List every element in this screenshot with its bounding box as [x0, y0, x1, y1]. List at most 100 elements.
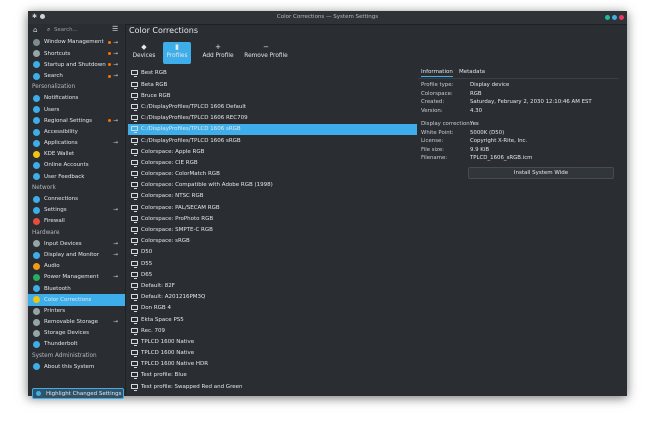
sidebar-item-label: Accessibility	[44, 128, 78, 135]
sidebar-item-notifications[interactable]: Notifications	[28, 93, 125, 104]
sidebar-item-display-and-monitor[interactable]: Display and Monitor →	[28, 250, 125, 261]
sidebar-item-applications[interactable]: Applications →	[28, 138, 125, 149]
sidebar-item-regional-settings[interactable]: Regional Settings →	[28, 115, 125, 126]
profile-row[interactable]: Colorspace: PAL/SECAM RGB	[128, 202, 417, 213]
profile-row[interactable]: TPLCD 1600 Native	[128, 337, 417, 348]
profile-row[interactable]: Ekta Space PS5	[128, 314, 417, 325]
profile-row[interactable]: D65	[128, 269, 417, 280]
install-system-wide-button[interactable]: Install System Wide	[468, 167, 614, 179]
sidebar-item-audio[interactable]: Audio	[28, 261, 125, 272]
profile-row[interactable]: Colorspace: CIE RGB	[128, 158, 417, 169]
tab-information[interactable]: Information	[421, 69, 453, 77]
input-devices-icon	[33, 240, 40, 248]
hamburger-menu-icon[interactable]: ☰	[112, 25, 118, 33]
profile-row[interactable]: C:/DisplayProfiles/TPLCD 1606 sRGB	[128, 135, 417, 146]
sidebar-item-color-corrections[interactable]: Color Corrections	[28, 294, 125, 306]
chevron-right-icon: →	[113, 72, 119, 80]
profile-row[interactable]: Beta RGB	[128, 79, 417, 90]
sidebar-item-startup-and-shutdown[interactable]: Startup and Shutdown →	[28, 59, 125, 70]
profile-row[interactable]: Default: 82F	[128, 281, 417, 292]
profile-row[interactable]: TPLCD 1600 Native	[128, 348, 417, 359]
profile-name: C:/DisplayProfiles/TPLCD 1606 sRGB	[141, 137, 241, 144]
toolbar-remove-profile-button[interactable]: − Remove Profile	[242, 42, 290, 64]
profile-row[interactable]: Best RGB	[128, 68, 417, 79]
sidebar-item-user-feedback[interactable]: User Feedback	[28, 171, 125, 182]
profile-row[interactable]: Colorspace: NTSC RGB	[128, 191, 417, 202]
monitor-icon	[131, 361, 138, 369]
sidebar-item-connections[interactable]: Connections	[28, 194, 125, 205]
minimize-button[interactable]	[605, 15, 610, 20]
highlight-changed-settings-label: Highlight Changed Settings	[46, 390, 122, 397]
profile-name: Beta RGB	[141, 81, 168, 88]
accessibility-icon	[33, 128, 40, 136]
users-icon	[33, 106, 40, 114]
profile-name: Default: 82F	[141, 282, 175, 289]
home-icon[interactable]: ⌂	[33, 26, 37, 34]
profile-row[interactable]: Colorspace: sRGB	[128, 236, 417, 247]
shortcuts-icon	[33, 50, 40, 58]
sidebar-item-input-devices[interactable]: Input Devices →	[28, 238, 125, 249]
profile-row[interactable]: Rec. 709	[128, 325, 417, 336]
toolbar-button-label: Add Profile	[202, 53, 234, 59]
profile-row[interactable]: Colorspace: Apple RGB	[128, 146, 417, 157]
profile-row[interactable]: C:/DisplayProfiles/TPLCD 1606 REC709	[128, 113, 417, 124]
search-placeholder: Search...	[54, 27, 78, 33]
sidebar-item-users[interactable]: Users	[28, 104, 125, 115]
profile-row[interactable]: C:/DisplayProfiles/TPLCD 1606 Default	[128, 102, 417, 113]
sidebar-item-kde-wallet[interactable]: KDE Wallet	[28, 149, 125, 160]
sidebar-item-firewall[interactable]: Firewall	[28, 216, 125, 227]
profile-row[interactable]: Test profile: Swapped Red and Green	[128, 381, 417, 392]
sidebar-category-label: Network	[32, 184, 56, 191]
profile-row[interactable]: C:/DisplayProfiles/TPLCD 1606 sRGB	[128, 123, 417, 136]
sidebar-item-label: Thunderbolt	[44, 341, 78, 348]
sidebar-item-power-management[interactable]: Power Management →	[28, 272, 125, 283]
profile-row[interactable]: Don RGB 4	[128, 303, 417, 314]
sidebar-item-shortcuts[interactable]: Shortcuts →	[28, 48, 125, 59]
sidebar-item-printers[interactable]: Printers	[28, 306, 125, 317]
profile-row[interactable]: Default: A201216PM3Q	[128, 292, 417, 303]
toolbar-devices-button[interactable]: ◆ Devices	[131, 42, 157, 64]
sidebar-item-label: Connections	[44, 196, 78, 203]
toolbar-add-profile-button[interactable]: + Add Profile	[199, 42, 237, 64]
sidebar-item-about-this-system[interactable]: About this System	[28, 361, 125, 372]
profile-name: D50	[141, 249, 153, 256]
profile-name: Best RGB	[141, 70, 167, 77]
search-input[interactable]: ⌕ Search...	[45, 26, 107, 35]
sidebar-item-accessibility[interactable]: Accessibility	[28, 127, 125, 138]
sidebar-item-storage-devices[interactable]: Storage Devices	[28, 328, 125, 339]
sidebar-item-search[interactable]: Search →	[28, 71, 125, 82]
toolbar-profiles-button[interactable]: ▮ Profiles	[163, 42, 191, 64]
profile-row[interactable]: TPLCD 1600 Native HDR	[128, 359, 417, 370]
profile-row[interactable]: Colorspace: Compatible with Adobe RGB (1…	[128, 180, 417, 191]
detail-key: Colorspace:	[421, 90, 453, 97]
profile-name: Colorspace: ColorMatch RGB	[141, 171, 220, 178]
monitor-icon	[131, 372, 138, 380]
maximize-button[interactable]	[612, 15, 617, 20]
close-button[interactable]	[619, 15, 624, 20]
profile-row[interactable]: D55	[128, 258, 417, 269]
bluetooth-icon	[33, 285, 40, 293]
monitor-icon	[131, 260, 138, 268]
highlight-changed-settings-button[interactable]: Highlight Changed Settings	[32, 388, 124, 399]
sidebar-item-bluetooth[interactable]: Bluetooth	[28, 283, 125, 294]
sidebar-list: Window Management → Shortcuts → Startup and …	[28, 37, 125, 373]
detail-row-created: Created: Saturday, February 2, 2030 12:10…	[421, 99, 616, 108]
sidebar-item-settings[interactable]: Settings →	[28, 205, 125, 216]
profile-row[interactable]: Colorspace: ColorMatch RGB	[128, 169, 417, 180]
profile-row[interactable]: Bruce RGB	[128, 90, 417, 101]
profile-name: Colorspace: PAL/SECAM RGB	[141, 204, 220, 211]
sidebar-item-label: Startup and Shutdown	[44, 61, 106, 68]
sidebar-item-online-accounts[interactable]: Online Accounts	[28, 160, 125, 171]
profile-row[interactable]: Test profile: Blue	[128, 370, 417, 381]
profile-name: C:/DisplayProfiles/TPLCD 1606 Default	[141, 103, 247, 110]
sidebar-item-thunderbolt[interactable]: Thunderbolt	[28, 339, 125, 350]
profile-row[interactable]: Colorspace: SMPTE-C RGB	[128, 225, 417, 236]
sidebar-item-window-management[interactable]: Window Management →	[28, 37, 125, 48]
profile-row[interactable]: D50	[128, 247, 417, 258]
profile-list[interactable]: Best RGB Beta RGB Bruce RGB C:/DisplayProfi…	[128, 68, 417, 396]
tab-metadata[interactable]: Metadata	[459, 69, 485, 75]
sidebar-item-removable-storage[interactable]: Removable Storage →	[28, 317, 125, 328]
detail-value: Saturday, February 2, 2030 12:10:46 AM E…	[470, 99, 592, 106]
profile-row[interactable]: Colorspace: ProPhoto RGB	[128, 213, 417, 224]
detail-row-filename: Filename: TPLCD_1606_sRGB.icm	[421, 155, 616, 164]
